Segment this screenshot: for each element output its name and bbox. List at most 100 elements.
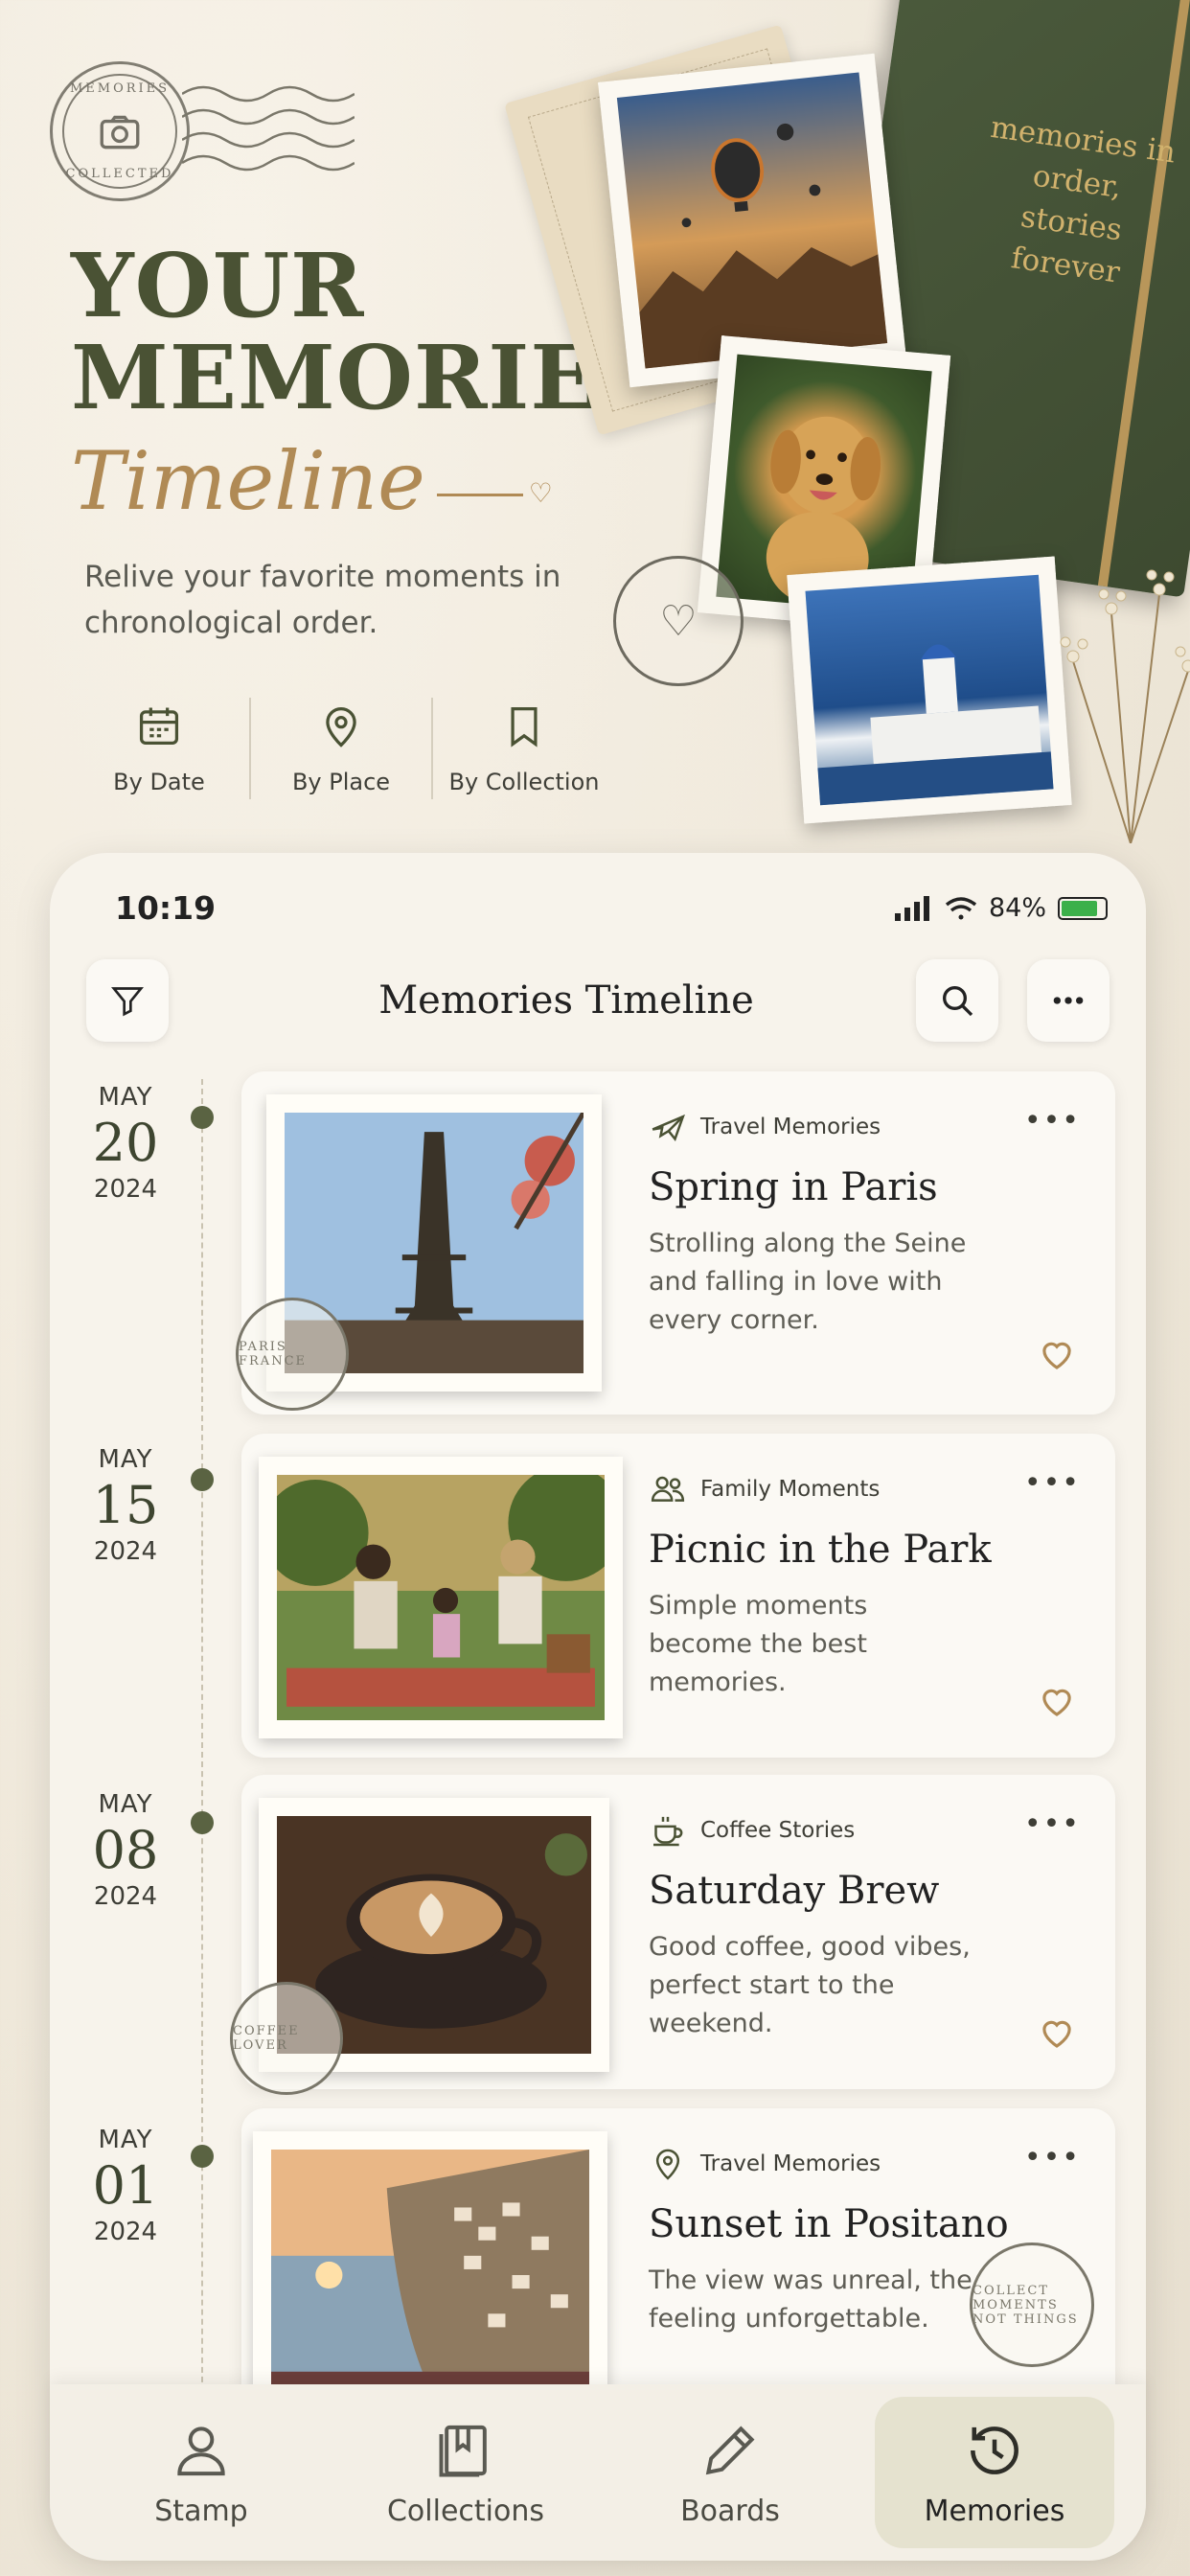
tab-collections[interactable]: Collections [346,2397,585,2548]
battery-icon [1058,896,1108,920]
tab-boards[interactable]: Boards [610,2397,850,2548]
header-actions [916,959,1110,1042]
tab-label: Memories [924,2494,1065,2528]
entry-date: MAY 08 2024 [50,1790,201,1911]
heart-icon[interactable] [1037,1681,1077,1721]
date-month: MAY [98,1083,153,1112]
heart-icon: ♡ [659,596,698,646]
status-bar: 10:19 84% [115,889,1108,927]
card-description: Strolling along the Seine and falling in… [649,1229,967,1335]
heart-icon[interactable] [1037,2012,1077,2053]
card-body: Travel Memories Spring in Paris Strollin… [649,1108,1087,1340]
card-title: Sunset in Positano [649,2202,1009,2246]
date-day: 20 [92,1113,159,1173]
filter-button[interactable] [86,959,169,1042]
date-year: 2024 [93,1882,158,1911]
balloon-illustration [639,123,888,369]
date-day: 01 [92,2155,159,2216]
card-body: Coffee Stories Saturday Brew Good coffee… [649,1811,1087,2043]
tab-label: Boards [680,2494,780,2528]
dried-flowers [1060,569,1190,843]
card-description: Good coffee, good vibes, perfect start t… [649,1932,971,2038]
card-description: Simple moments become the best memories. [649,1591,868,1697]
card-title: Spring in Paris [649,1165,938,1209]
page-title: Memories Timeline [378,978,754,1023]
card-more-button[interactable]: ••• [1024,1807,1081,1841]
memory-card[interactable]: Family Moments Picnic in the Park Simple… [241,1434,1115,1758]
postmark-top-text: MEMORIES [69,81,171,96]
paris-france-stamp: PARIS FRANCE [236,1298,349,1411]
memory-card[interactable]: PARIS FRANCE Travel Memories Spring in P… [236,1071,1115,1414]
card-body: Family Moments Picnic in the Park Simple… [649,1470,1087,1702]
coffee-cup-icon [653,1816,683,1847]
filter-by-place[interactable]: By Place [251,698,433,799]
card-more-button[interactable]: ••• [1024,2141,1081,2174]
tab-memories[interactable]: Memories [875,2397,1114,2548]
history-clock-icon [971,2426,1018,2474]
camera-icon [100,115,140,150]
battery-percent: 84% [988,893,1046,923]
filter-funnel-icon [111,987,144,1017]
book-icon [439,2425,487,2476]
hero-subtitle: Relive your favorite moments in chronolo… [84,560,561,640]
memory-card[interactable]: COFFEE LOVER Coffee Stories Saturday Bre… [230,1775,1115,2095]
tab-stamp[interactable]: Stamp [81,2397,321,2548]
filter-by-date[interactable]: By Date [69,698,251,799]
signal-icon [894,895,929,921]
wifi-icon [945,896,977,919]
card-more-button[interactable]: ••• [1024,1104,1081,1138]
postmark-wave-lines [182,85,355,172]
pencil-icon [705,2426,755,2474]
date-year: 2024 [93,1175,158,1204]
timeline-line [201,1079,203,2421]
date-day: 15 [92,1475,159,1535]
script-underline [436,493,523,496]
search-button[interactable] [916,959,998,1042]
heart-icon[interactable] [1037,1334,1077,1374]
card-category: Travel Memories [649,1108,1087,1146]
map-pin-icon [326,707,356,748]
hero-section: MEMORIES COLLECTED YOUR MEMORIES Timelin… [0,0,1190,862]
entry-date: MAY 20 2024 [50,1083,201,1204]
battery-fill [1062,900,1097,916]
map-pin-icon [655,2149,680,2180]
card-description: The view was unreal, the feeling unforge… [649,2266,973,2334]
script-title: Timeline [71,434,425,528]
filter-label: By Place [291,769,391,795]
more-dots-icon [1053,997,1084,1004]
postmark-stamp: MEMORIES COLLECTED [50,61,190,201]
timeline-dot [191,1468,214,1491]
tab-label: Stamp [154,2494,248,2528]
date-month: MAY [98,1445,153,1474]
timeline-dot [191,2145,214,2168]
entry-date: MAY 15 2024 [50,1445,201,1566]
picnic-photo[interactable] [259,1457,625,1738]
photo-collage: memories in order, stories forever ♡ [504,0,1190,862]
date-month: MAY [98,2126,153,2154]
calendar-icon [139,707,179,745]
bottom-tab-bar: Stamp Collections Boards Memories [50,2384,1146,2561]
date-year: 2024 [93,2218,158,2246]
category-label: Travel Memories [700,2151,881,2176]
header-bar: Memories Timeline [86,959,1110,1042]
person-icon [177,2426,225,2475]
positano-photo[interactable] [253,2131,607,2419]
filter-label: By Date [113,769,205,795]
card-more-button[interactable]: ••• [1024,1466,1081,1500]
card-category: Travel Memories [649,2145,1087,2183]
postmark-bottom-text: COLLECTED [65,167,174,181]
collect-moments-stamp: COLLECT MOMENTS NOT THINGS [970,2242,1094,2367]
card-category: Coffee Stories [649,1811,1087,1850]
people-icon [651,1476,685,1502]
date-year: 2024 [93,1537,158,1566]
entry-date: MAY 01 2024 [50,2126,201,2246]
tab-label: Collections [386,2494,545,2528]
picnic-illustration [262,1464,625,1720]
card-category: Family Moments [649,1470,1087,1508]
status-time: 10:19 [115,889,217,927]
status-icons: 84% [894,893,1108,923]
positano-illustration [271,2150,589,2401]
airplane-icon [652,1114,685,1142]
more-options-button[interactable] [1027,959,1110,1042]
book-text: memories in order, stories forever [988,109,1179,290]
